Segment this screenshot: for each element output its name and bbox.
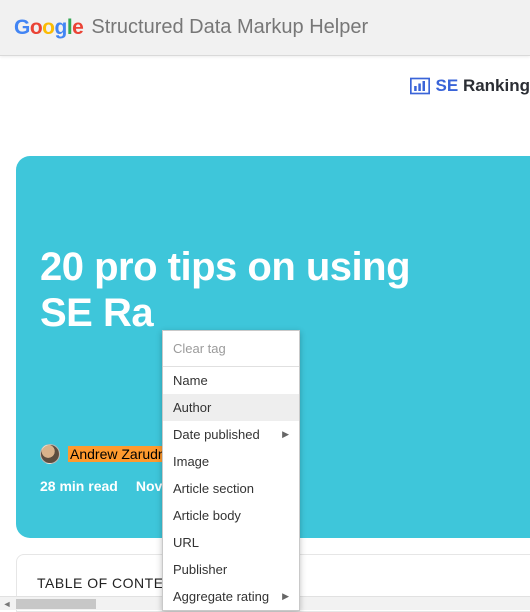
chevron-right-icon: ▶	[282, 591, 289, 602]
menu-item-article-section[interactable]: Article section	[163, 475, 299, 502]
menu-item-author[interactable]: Author	[163, 394, 299, 421]
scroll-thumb[interactable]	[16, 599, 96, 609]
menu-clear-tag[interactable]: Clear tag	[163, 331, 299, 366]
menu-item-label: Article body	[173, 508, 241, 523]
menu-item-label: Article section	[173, 481, 254, 496]
logo-letter: e	[72, 16, 83, 39]
publish-date: Nov	[136, 478, 162, 494]
bar-chart-icon	[410, 77, 430, 95]
article-title[interactable]: 20 pro tips on using SE Ra	[40, 244, 530, 336]
menu-item-label: URL	[173, 535, 199, 550]
menu-item-label: Name	[173, 373, 208, 388]
logo-letter: G	[14, 16, 30, 39]
title-line-1: 20 pro tips on using	[40, 245, 410, 289]
logo-letter: g	[55, 16, 67, 39]
header-bar: Google Structured Data Markup Helper	[0, 0, 530, 56]
menu-item-name[interactable]: Name	[163, 367, 299, 394]
title-line-2: SE Ra	[40, 291, 153, 335]
menu-item-label: Aggregate rating	[173, 589, 269, 604]
brand-bar: SE Ranking	[0, 56, 530, 116]
se-ranking-logo[interactable]: SE Ranking	[410, 76, 530, 96]
brand-ranking: Ranking	[463, 76, 530, 95]
read-time: 28 min read	[40, 478, 118, 494]
brand-se: SE	[436, 76, 459, 95]
menu-item-label: Publisher	[173, 562, 227, 577]
chevron-right-icon: ▶	[282, 429, 289, 440]
menu-item-image[interactable]: Image	[163, 448, 299, 475]
menu-item-aggregate-rating[interactable]: Aggregate rating ▶	[163, 583, 299, 610]
menu-item-article-body[interactable]: Article body	[163, 502, 299, 529]
scroll-left-arrow[interactable]: ◄	[0, 597, 14, 611]
menu-item-label: Author	[173, 400, 211, 415]
tag-context-menu: Clear tag Name Author Date published ▶ Image…	[162, 330, 300, 611]
avatar	[40, 444, 60, 464]
menu-item-url[interactable]: URL	[163, 529, 299, 556]
menu-clear-label: Clear tag	[173, 341, 226, 356]
google-logo: Google	[14, 16, 83, 40]
menu-item-label: Date published	[173, 427, 260, 442]
menu-item-label: Image	[173, 454, 209, 469]
menu-item-publisher[interactable]: Publisher	[163, 556, 299, 583]
header-title: Structured Data Markup Helper	[91, 16, 368, 39]
logo-letter: o	[42, 16, 54, 39]
logo-letter: o	[30, 16, 42, 39]
menu-item-date-published[interactable]: Date published ▶	[163, 421, 299, 448]
